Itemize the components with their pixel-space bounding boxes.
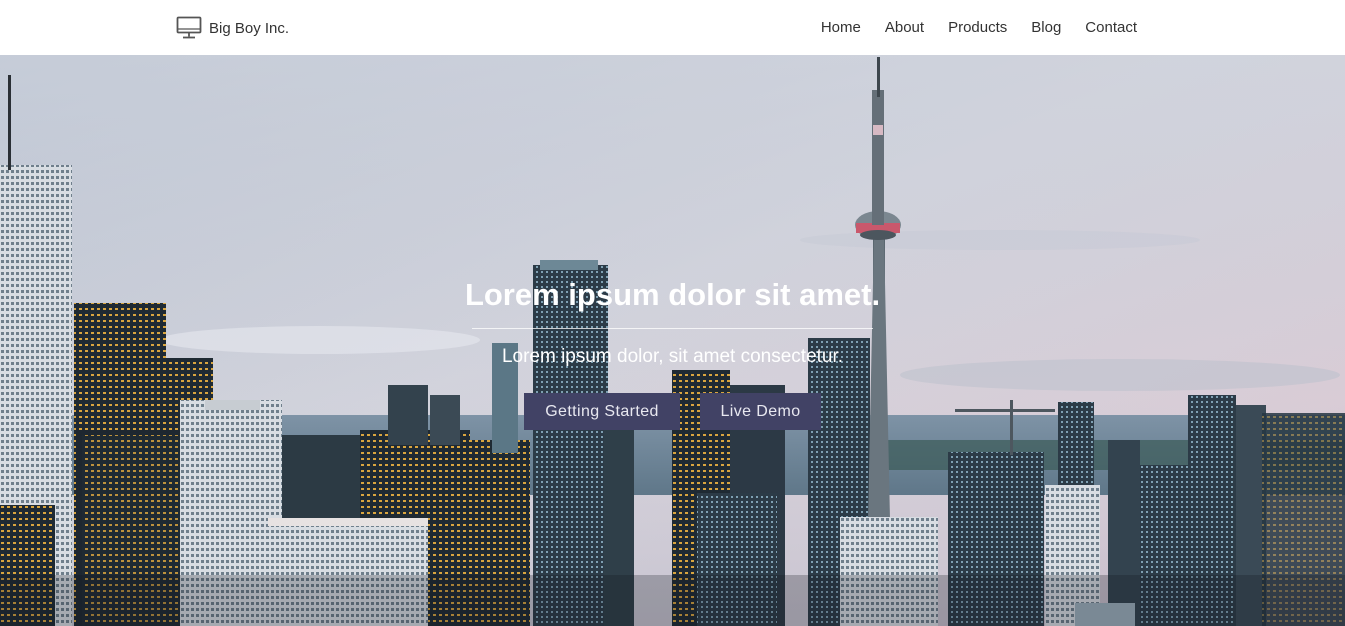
live-demo-button[interactable]: Live Demo — [700, 393, 821, 430]
hero-content: Lorem ipsum dolor sit amet. Lorem ipsum … — [0, 55, 1345, 626]
nav-link-products[interactable]: Products — [948, 19, 1007, 36]
hero-divider — [472, 328, 873, 329]
monitor-icon — [176, 16, 202, 39]
brand-name: Big Boy Inc. — [209, 19, 290, 37]
nav-link-blog[interactable]: Blog — [1031, 19, 1061, 36]
nav-link-home[interactable]: Home — [821, 19, 861, 36]
navbar: Big Boy Inc. Home About Products Blog Co… — [0, 0, 1345, 55]
getting-started-button[interactable]: Getting Started — [524, 393, 680, 430]
hero-section: Lorem ipsum dolor sit amet. Lorem ipsum … — [0, 55, 1345, 626]
main-nav: Home About Products Blog Contact — [821, 0, 1137, 55]
nav-link-about[interactable]: About — [885, 19, 924, 36]
hero-subtitle: Lorem ipsum dolor, sit amet consectetur. — [501, 346, 844, 367]
brand-link[interactable]: Big Boy Inc. — [176, 15, 289, 41]
nav-link-contact[interactable]: Contact — [1085, 19, 1137, 36]
hero-title: Lorem ipsum dolor sit amet. — [464, 277, 881, 312]
